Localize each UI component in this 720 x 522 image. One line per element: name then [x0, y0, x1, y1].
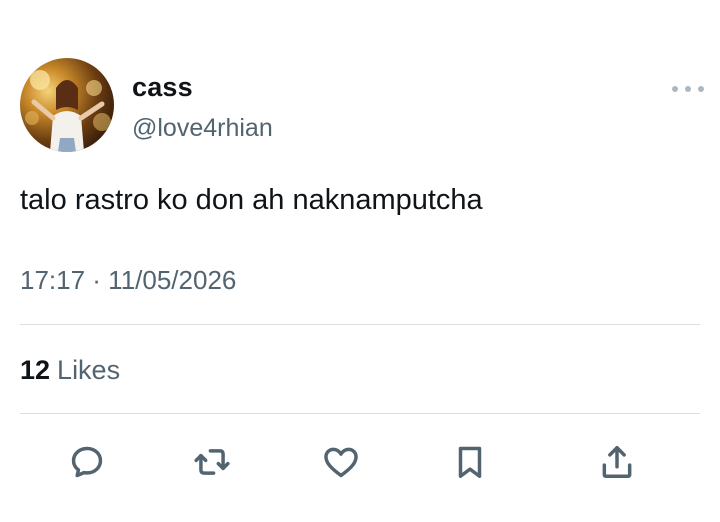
like-button[interactable] — [319, 440, 363, 484]
tweet-detail: cass @love4rhian talo rastro ko don ah n… — [0, 0, 720, 522]
tweet-text: talo rastro ko don ah naknamputcha — [20, 184, 483, 216]
bookmark-button[interactable] — [448, 440, 492, 484]
user-handle[interactable]: @love4rhian — [132, 114, 273, 143]
more-horizontal-icon — [672, 86, 678, 92]
retweet-button[interactable] — [190, 440, 234, 484]
divider — [20, 413, 700, 414]
likes-stat[interactable]: 12 Likes — [20, 355, 120, 386]
likes-count: 12 — [20, 355, 51, 385]
action-bar — [0, 440, 720, 484]
tweet-timestamp[interactable]: 17:17 · 11/05/2026 — [20, 265, 236, 296]
reply-icon — [71, 446, 103, 478]
bookmark-icon — [458, 446, 482, 478]
reply-button[interactable] — [65, 440, 109, 484]
display-name[interactable]: cass — [132, 72, 193, 103]
more-options-button[interactable] — [672, 82, 704, 96]
avatar-photo — [25, 70, 111, 152]
more-horizontal-icon — [685, 86, 691, 92]
likes-label: Likes — [57, 355, 121, 385]
share-icon — [602, 446, 632, 478]
heart-icon — [324, 447, 358, 478]
share-button[interactable] — [595, 440, 639, 484]
retweet-icon — [194, 449, 230, 475]
avatar[interactable] — [20, 58, 114, 152]
more-horizontal-icon — [698, 86, 704, 92]
divider — [20, 324, 700, 325]
